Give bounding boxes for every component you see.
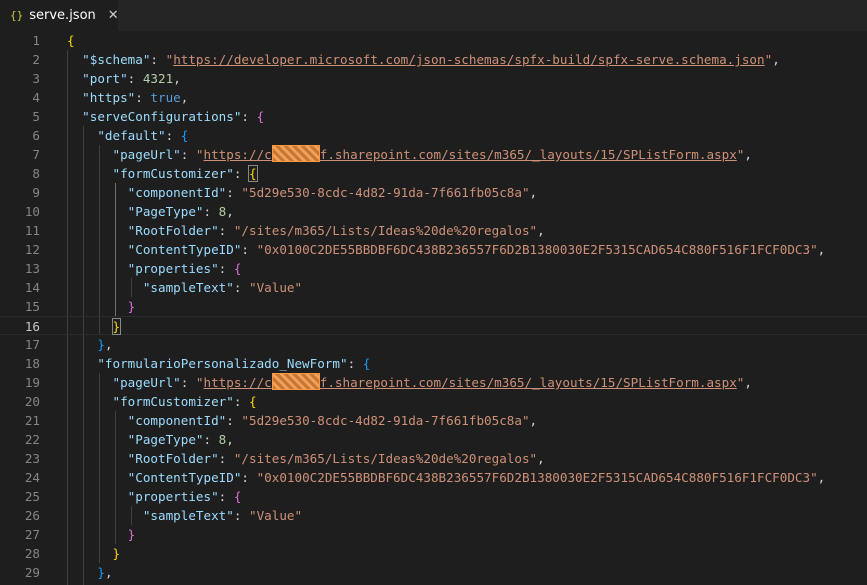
line-number: 28 — [24, 546, 40, 561]
code-line[interactable]: 24 "ContentTypeID": "0x0100C2DE55BBDBF6D… — [0, 468, 867, 487]
line-code[interactable]: "componentId": "5d29e530-8cdc-4d82-91da-… — [67, 183, 537, 202]
code-line[interactable]: 4 "https": true, — [0, 88, 867, 107]
code-line[interactable]: 20 "formCustomizer": { — [0, 392, 867, 411]
line-code[interactable]: "RootFolder": "/sites/m365/Lists/Ideas%2… — [67, 221, 545, 240]
line-code[interactable]: "serveConfigurations": { — [67, 107, 264, 126]
line-code[interactable]: "sampleText": "Value" — [67, 506, 302, 525]
line-code[interactable]: "PageType": 8, — [67, 202, 234, 221]
line-number: 10 — [24, 204, 40, 219]
code-line[interactable]: 13 "properties": { — [0, 259, 867, 278]
line-code[interactable]: "pageUrl": "https://c f.sharepoint.com/si… — [67, 145, 752, 164]
line-code[interactable]: "$schema": "https://developer.microsoft.… — [67, 50, 780, 69]
line-code[interactable]: "ContentTypeID": "0x0100C2DE55BBDBF6DC43… — [67, 468, 826, 487]
line-number: 16 — [24, 319, 40, 334]
line-number: 17 — [24, 337, 40, 352]
line-code[interactable]: "componentId": "5d29e530-8cdc-4d82-91da-… — [67, 411, 537, 430]
line-number: 12 — [24, 242, 40, 257]
tab-bar: {} serve.json ✕ — [0, 0, 867, 31]
line-code[interactable]: } — [67, 544, 121, 563]
code-line[interactable]: 6 "default": { — [0, 126, 867, 145]
code-line[interactable]: 1{ — [0, 31, 867, 50]
line-number: 22 — [24, 432, 40, 447]
line-code[interactable]: "formCustomizer": { — [67, 164, 258, 183]
line-number: 5 — [32, 109, 40, 124]
line-number: 18 — [24, 356, 40, 371]
code-line[interactable]: 28 } — [0, 544, 867, 563]
line-number: 29 — [24, 565, 40, 580]
redaction-mark — [271, 145, 320, 162]
code-line[interactable]: 23 "RootFolder": "/sites/m365/Lists/Idea… — [0, 449, 867, 468]
line-code[interactable]: "properties": { — [67, 259, 242, 278]
code-editor[interactable]: 1{2 "$schema": "https://developer.micros… — [0, 31, 867, 585]
line-number: 23 — [24, 451, 40, 466]
line-number: 27 — [24, 527, 40, 542]
code-line[interactable]: 25 "properties": { — [0, 487, 867, 506]
code-line[interactable]: 7 "pageUrl": "https://c f.sharepoint.com/… — [0, 145, 867, 164]
line-number: 1 — [32, 33, 40, 48]
line-number: 26 — [24, 508, 40, 523]
line-number: 8 — [32, 166, 40, 181]
line-code[interactable]: }, — [67, 335, 112, 354]
line-code[interactable]: "port": 4321, — [67, 69, 181, 88]
line-number: 25 — [24, 489, 40, 504]
code-line[interactable]: 18 "formularioPersonalizado_NewForm": { — [0, 354, 867, 373]
code-line[interactable]: 17 }, — [0, 335, 867, 354]
close-icon[interactable]: ✕ — [108, 8, 119, 23]
code-line[interactable]: 26 "sampleText": "Value" — [0, 506, 867, 525]
line-number: 6 — [32, 128, 40, 143]
line-code[interactable]: "properties": { — [67, 487, 242, 506]
code-line[interactable]: 11 "RootFolder": "/sites/m365/Lists/Idea… — [0, 221, 867, 240]
code-line[interactable]: 19 "pageUrl": "https://c f.sharepoint.com… — [0, 373, 867, 392]
code-line[interactable]: 2 "$schema": "https://developer.microsof… — [0, 50, 867, 69]
code-line[interactable]: 8 "formCustomizer": { — [0, 164, 867, 183]
line-code[interactable]: "default": { — [67, 126, 188, 145]
line-code[interactable]: "ContentTypeID": "0x0100C2DE55BBDBF6DC43… — [67, 240, 826, 259]
line-number: 3 — [32, 71, 40, 86]
line-number: 9 — [32, 185, 40, 200]
line-code[interactable]: } — [67, 297, 136, 316]
line-number: 20 — [24, 394, 40, 409]
line-number: 7 — [32, 147, 40, 162]
code-line[interactable]: 22 "PageType": 8, — [0, 430, 867, 449]
line-code[interactable]: "formCustomizer": { — [67, 392, 257, 411]
line-code[interactable]: "PageType": 8, — [67, 430, 234, 449]
line-number: 2 — [32, 52, 40, 67]
line-code[interactable]: { — [67, 31, 75, 50]
code-line[interactable]: 27 } — [0, 525, 867, 544]
line-number: 11 — [24, 223, 40, 238]
line-number: 13 — [24, 261, 40, 276]
tab-label: serve.json — [29, 8, 96, 23]
line-number: 19 — [24, 375, 40, 390]
line-number: 4 — [32, 90, 40, 105]
line-code[interactable]: "sampleText": "Value" — [67, 278, 302, 297]
code-line[interactable]: 16 } — [0, 316, 867, 335]
redaction-mark — [271, 373, 320, 390]
line-code[interactable]: "formularioPersonalizado_NewForm": { — [67, 354, 370, 373]
code-line[interactable]: 29 }, — [0, 563, 867, 582]
line-number: 15 — [24, 299, 40, 314]
line-code[interactable]: "https": true, — [67, 88, 188, 107]
code-line[interactable]: 10 "PageType": 8, — [0, 202, 867, 221]
code-line[interactable]: 5 "serveConfigurations": { — [0, 107, 867, 126]
line-code[interactable]: } — [67, 525, 136, 544]
line-code[interactable]: } — [67, 317, 122, 336]
json-file-icon: {} — [10, 9, 24, 22]
line-code[interactable]: "RootFolder": "/sites/m365/Lists/Ideas%2… — [67, 449, 545, 468]
code-line[interactable]: 3 "port": 4321, — [0, 69, 867, 88]
line-number: 21 — [24, 413, 40, 428]
line-number: 14 — [24, 280, 40, 295]
code-line[interactable]: 15 } — [0, 297, 867, 316]
tab-serve-json[interactable]: {} serve.json ✕ — [0, 0, 119, 31]
code-line[interactable]: 14 "sampleText": "Value" — [0, 278, 867, 297]
line-code[interactable]: }, — [67, 563, 112, 582]
code-line[interactable]: 9 "componentId": "5d29e530-8cdc-4d82-91d… — [0, 183, 867, 202]
line-number: 24 — [24, 470, 40, 485]
line-code[interactable]: "pageUrl": "https://c f.sharepoint.com/si… — [67, 373, 752, 392]
code-line[interactable]: 12 "ContentTypeID": "0x0100C2DE55BBDBF6D… — [0, 240, 867, 259]
code-line[interactable]: 21 "componentId": "5d29e530-8cdc-4d82-91… — [0, 411, 867, 430]
